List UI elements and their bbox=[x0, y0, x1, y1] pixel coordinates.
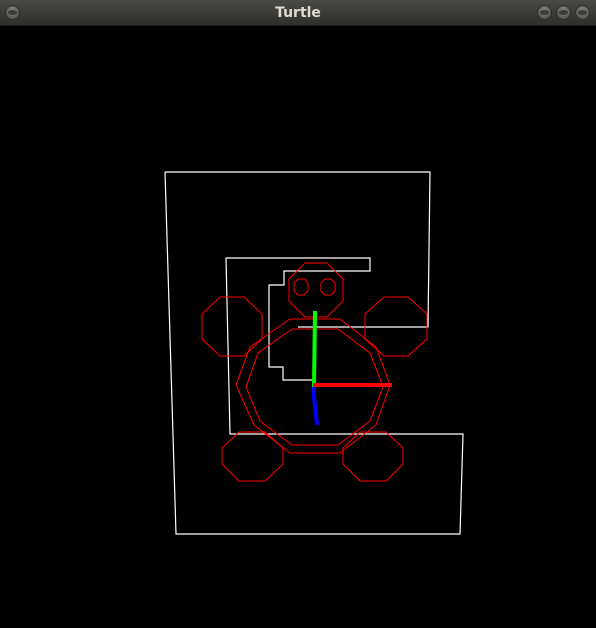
turtle-eye-right bbox=[320, 278, 336, 296]
turtle-leg-back-left bbox=[221, 431, 284, 482]
turtle-leg-front-left bbox=[201, 296, 263, 357]
minimize-button[interactable] bbox=[537, 5, 552, 20]
y-axis bbox=[312, 310, 317, 388]
turtle-leg-back-right bbox=[342, 431, 404, 482]
scene-svg bbox=[164, 171, 464, 535]
restore-button[interactable] bbox=[575, 5, 590, 20]
turtle-canvas[interactable] bbox=[0, 27, 596, 628]
turtle-eye-left bbox=[293, 278, 309, 296]
window-title: Turtle bbox=[275, 5, 321, 21]
turtle-window: Turtle bbox=[0, 0, 596, 628]
maximize-button[interactable] bbox=[556, 5, 571, 20]
outer-path bbox=[165, 171, 431, 328]
title-bar[interactable]: Turtle bbox=[0, 0, 596, 26]
z-axis bbox=[311, 386, 319, 426]
